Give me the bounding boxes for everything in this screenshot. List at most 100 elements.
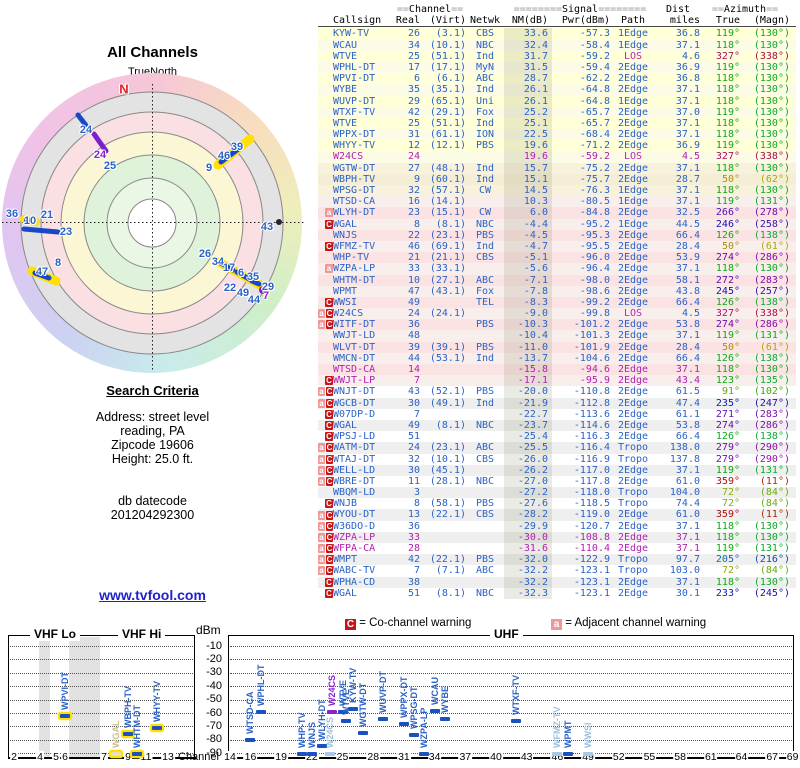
callsign-cell: WYOU-DT [333, 509, 376, 521]
path-cell: Tropo [617, 487, 649, 499]
callsign-cell: WMCN-DT [333, 352, 376, 364]
callsign-cell: WCAU [333, 39, 358, 51]
power-cell: -98.0 [579, 274, 610, 286]
distance-cell: 28.7 [675, 173, 700, 185]
warning-badges [318, 73, 333, 84]
criteria-lines: Address: street level reading, PA Zipcode … [25, 410, 280, 466]
channel-tick-label: 22 [304, 751, 319, 763]
channel-tick-label: 7 [100, 751, 108, 763]
distance-cell: 37.1 [675, 520, 700, 532]
table-row: WHP-TV 21 (21.1) CBS -5.1 -96.0 2Edge 53.9 274° (… [318, 252, 796, 264]
noise-margin-cell: -7.1 [504, 274, 552, 286]
magnetic-azimuth-cell: (216°) [753, 554, 790, 566]
callsign-cell: WABC-TV [333, 565, 376, 577]
path-cell: 2Edge [617, 520, 649, 532]
path-cell: 2Edge [617, 352, 649, 364]
radar-channel-label: 26 [198, 248, 212, 260]
distance-cell: 74.4 [675, 498, 700, 510]
noise-margin-cell: -4.4 [504, 218, 552, 230]
real-channel-cell: 7 [413, 565, 420, 577]
noise-margin-cell: -8.3 [504, 296, 552, 309]
chart-bar [439, 717, 450, 722]
magnetic-azimuth-cell: (338°) [753, 151, 790, 163]
real-channel-cell: 42 [407, 554, 420, 566]
noise-margin-cell: -30.0 [504, 531, 552, 543]
table-row: a WZPA-LP 33 (33.1) -5.6 -96.4 2Edge 37.1 118° (1… [318, 263, 796, 275]
dbm-tick-label: -80 [206, 733, 222, 746]
virtual-channel-cell [420, 297, 466, 308]
network-cell: PBS [475, 498, 495, 510]
warning-badges: C [318, 420, 333, 431]
path-cell: 2Edge [617, 173, 649, 185]
noise-margin-cell: -5.6 [504, 263, 552, 275]
true-azimuth-cell: 327° [715, 50, 740, 62]
virtual-channel-cell: (58.1) [429, 498, 466, 510]
channel-tick-label: 69 [785, 751, 800, 763]
power-cell: -57.3 [579, 28, 610, 40]
noise-margin-cell: 31.7 [504, 50, 552, 62]
virtual-channel-cell: (7.1) [435, 565, 466, 577]
callsign-cell: WPHA-CD [333, 576, 376, 588]
band-gap [69, 637, 100, 757]
channel-tick-label: 55 [642, 751, 657, 763]
real-channel-cell: 44 [407, 352, 420, 364]
virtual-channel-cell [420, 375, 466, 386]
table-row: WTVE 25 (51.1) Ind 25.1 -65.7 2Edge 37.1 118° (13… [318, 117, 796, 130]
warning-badges: aC [318, 532, 333, 543]
noise-margin-cell: -22.7 [504, 408, 552, 420]
real-channel-cell: 51 [407, 431, 420, 443]
true-azimuth-cell: 50° [721, 240, 740, 252]
warning-badges [318, 62, 333, 73]
noise-margin-cell: 19.6 [504, 151, 552, 163]
magnetic-azimuth-cell: (130°) [753, 576, 790, 588]
legend-cochannel: C = Co-channel warning [345, 617, 471, 630]
real-channel-cell: 12 [407, 140, 420, 152]
radar-channel-label: 47 [35, 266, 49, 278]
tvfool-link[interactable]: www.tvfool.com [99, 587, 206, 603]
radar-channel-label: 24 [79, 124, 93, 136]
virtual-channel-cell: (17.1) [429, 61, 466, 73]
virtual-channel-cell: (15.1) [429, 207, 466, 219]
network-cell: Ind [475, 240, 495, 252]
power-cell: -119.0 [573, 509, 610, 521]
virtual-channel-cell [420, 487, 466, 498]
radar-channel-label: 23 [59, 226, 73, 238]
cochannel-warning-badge: C [326, 387, 333, 397]
gridline [10, 726, 193, 728]
chart-bar [152, 726, 162, 730]
chart-bar [296, 751, 307, 756]
callsign-cell: WPSJ-LD [333, 431, 376, 443]
callsign-cell: WBRE-DT [333, 475, 376, 487]
warning-badges: C [318, 241, 333, 252]
tvfool-report: All Channels TrueNorth N 24 24 25 39 46 9 36 10 2… [0, 0, 800, 768]
network-cell [466, 330, 504, 341]
gridline [10, 753, 193, 755]
path-cell: 2Edge [617, 117, 649, 129]
gridline [230, 739, 792, 741]
warning-badges: aC [318, 319, 333, 330]
path-cell: LOS [623, 151, 643, 163]
true-azimuth-cell: 119° [715, 330, 740, 342]
table-row: WPSG-DT 32 (57.1) CW 14.5 -76.3 1Edge 37.1 118° (… [318, 185, 796, 197]
warning-badges: aC [318, 509, 333, 520]
legend-adjacent: a = Adjacent channel warning [551, 617, 706, 630]
col-header: NM(dB) [511, 15, 548, 27]
distance-cell: 61.0 [675, 509, 700, 521]
callsign-cell: WZPA-LP [333, 263, 376, 275]
magnetic-azimuth-cell: (290°) [753, 442, 790, 454]
noise-margin-cell: -32.3 [504, 587, 552, 599]
chart-bar [341, 718, 352, 723]
table-row: a C WNJT-DT 43 (52.1) PBS -20.0 -110.8 2Edge 61.5… [318, 386, 796, 398]
cochannel-badge: C [345, 619, 356, 630]
power-cell: -116.4 [573, 442, 610, 454]
magnetic-azimuth-cell: (102°) [753, 386, 790, 398]
path-cell: 1Edge [617, 185, 649, 196]
network-cell [466, 577, 504, 588]
network-cell: NBC [475, 587, 495, 599]
true-azimuth-cell: 359° [715, 475, 740, 487]
criteria-line: Zipcode 19606 [111, 438, 194, 452]
channel-tick-label: 4 [36, 751, 44, 763]
real-channel-cell: 36 [407, 520, 420, 532]
noise-margin-cell: 25.2 [504, 106, 552, 118]
cochannel-warning-badge: C [326, 544, 333, 554]
